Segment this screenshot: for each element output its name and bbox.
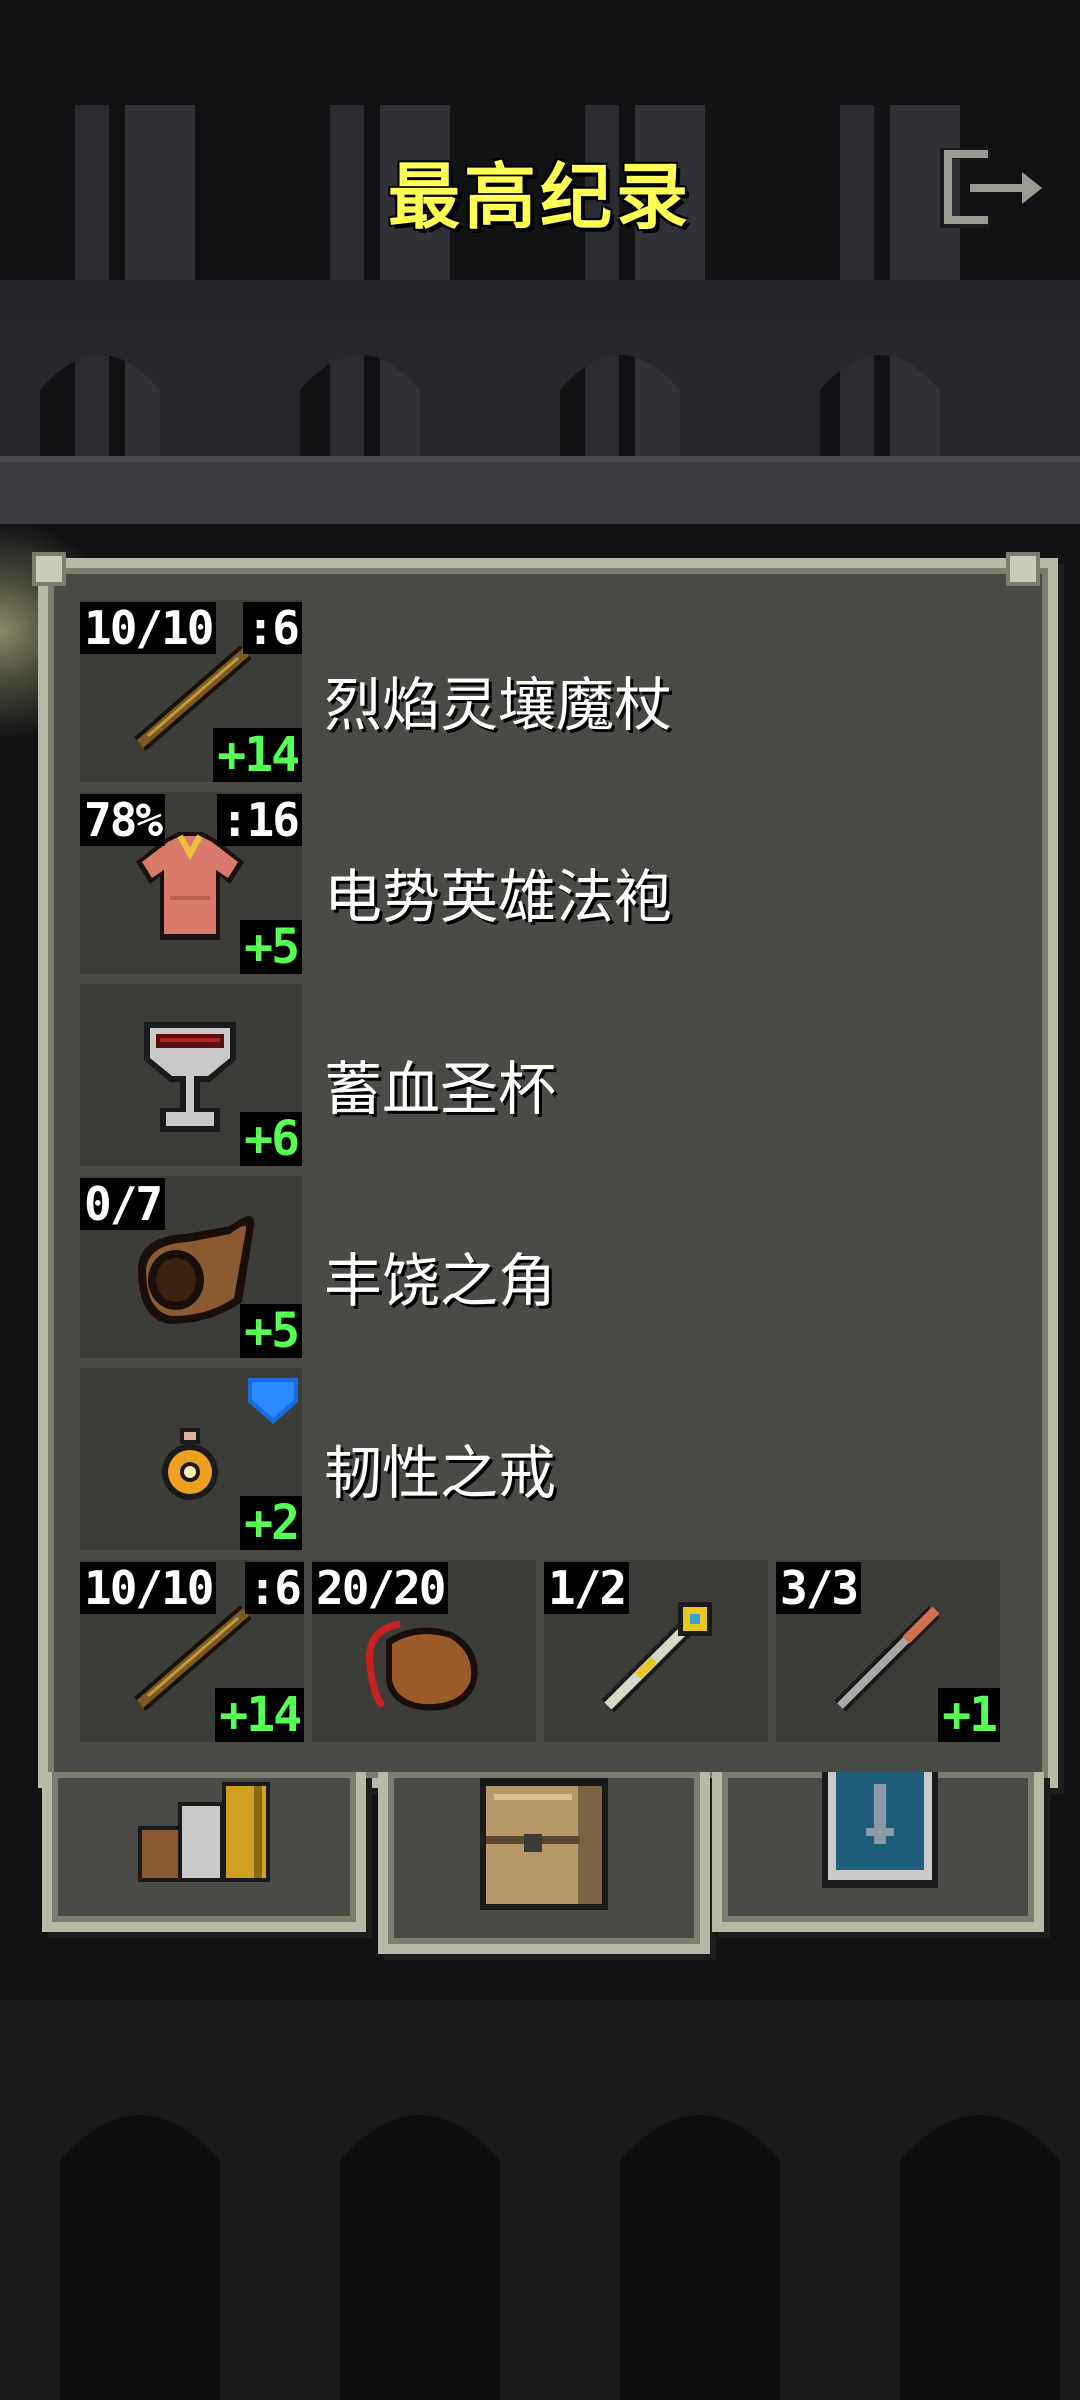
bg-rail xyxy=(0,462,1080,524)
charges-badge: 3/3 xyxy=(776,1562,862,1614)
item-slot[interactable]: 78% :16 +5 xyxy=(80,792,302,974)
item-slot[interactable]: 0/7 +5 xyxy=(80,1176,302,1358)
item-slot[interactable]: 10/10 :6 +14 xyxy=(80,600,302,782)
charges-badge: 10/10 xyxy=(80,1562,217,1614)
upgrade-level: +14 xyxy=(215,1688,304,1742)
charges-badge: 1/2 xyxy=(544,1562,630,1614)
upgrade-level: +6 xyxy=(240,1112,302,1166)
bg-arches xyxy=(0,280,1080,470)
equipped-item-row[interactable]: 10/10 :6 +14 烈焰灵壤魔杖 xyxy=(80,600,1000,782)
panel-corner xyxy=(1006,552,1040,586)
tab-stats[interactable] xyxy=(42,1772,366,1932)
stats-books-icon xyxy=(138,1782,270,1882)
equipped-item-row[interactable]: +6 蓄血圣杯 xyxy=(80,984,1000,1166)
quickslot[interactable]: 10/10 :6 +14 xyxy=(80,1560,304,1742)
equipped-item-row[interactable]: 0/7 +5 丰饶之角 xyxy=(80,1176,1000,1358)
page-title: 最高纪录 xyxy=(387,155,692,239)
bonus-badge: :6 xyxy=(242,602,302,654)
known-marker-icon xyxy=(248,1378,298,1424)
exit-button[interactable] xyxy=(937,145,1052,231)
upgrade-level: +14 xyxy=(213,728,302,782)
item-name[interactable]: 烈焰灵壤魔杖 xyxy=(324,658,672,742)
quickslot-bar: 10/10 :6 +14 20/20 1/2 3/3 +1 xyxy=(80,1560,1000,1742)
ring-icon xyxy=(162,1428,218,1500)
upgrade-level: +5 xyxy=(240,1304,302,1358)
panel-corner xyxy=(32,552,66,586)
equipped-item-row[interactable]: 78% :16 +5 电势英雄法袍 xyxy=(80,792,1000,974)
durability-badge: 78% xyxy=(80,794,166,846)
bg-lower-arches xyxy=(0,2000,1080,2400)
upgrade-level: +2 xyxy=(240,1496,302,1550)
item-name[interactable]: 韧性之戒 xyxy=(324,1426,556,1510)
item-slot[interactable]: +2 xyxy=(80,1368,302,1550)
bonus-badge: :6 xyxy=(244,1562,304,1614)
charges-badge: 0/7 xyxy=(80,1178,166,1230)
exit-icon xyxy=(937,145,1042,231)
backpack-icon xyxy=(480,1778,608,1910)
upgrade-level: +5 xyxy=(240,920,302,974)
item-name[interactable]: 丰饶之角 xyxy=(324,1234,556,1318)
item-slot[interactable]: +6 xyxy=(80,984,302,1166)
charges-badge: 10/10 xyxy=(80,602,217,654)
quickslot[interactable]: 20/20 xyxy=(312,1560,536,1742)
item-name[interactable]: 电势英雄法袍 xyxy=(324,850,672,934)
badges-icon xyxy=(822,1772,938,1888)
upgrade-level: +1 xyxy=(938,1688,1000,1742)
bonus-badge: :16 xyxy=(216,794,302,846)
equipped-item-row[interactable]: +2 韧性之戒 xyxy=(80,1368,1000,1550)
tab-badges[interactable] xyxy=(712,1772,1044,1932)
item-name[interactable]: 蓄血圣杯 xyxy=(324,1042,556,1126)
charges-badge: 20/20 xyxy=(312,1562,449,1614)
quickslot[interactable]: 1/2 xyxy=(544,1560,768,1742)
quickslot[interactable]: 3/3 +1 xyxy=(776,1560,1000,1742)
waterskin-icon xyxy=(366,1620,478,1711)
chalice-icon xyxy=(144,1022,236,1132)
tab-backpack[interactable] xyxy=(378,1772,710,1954)
